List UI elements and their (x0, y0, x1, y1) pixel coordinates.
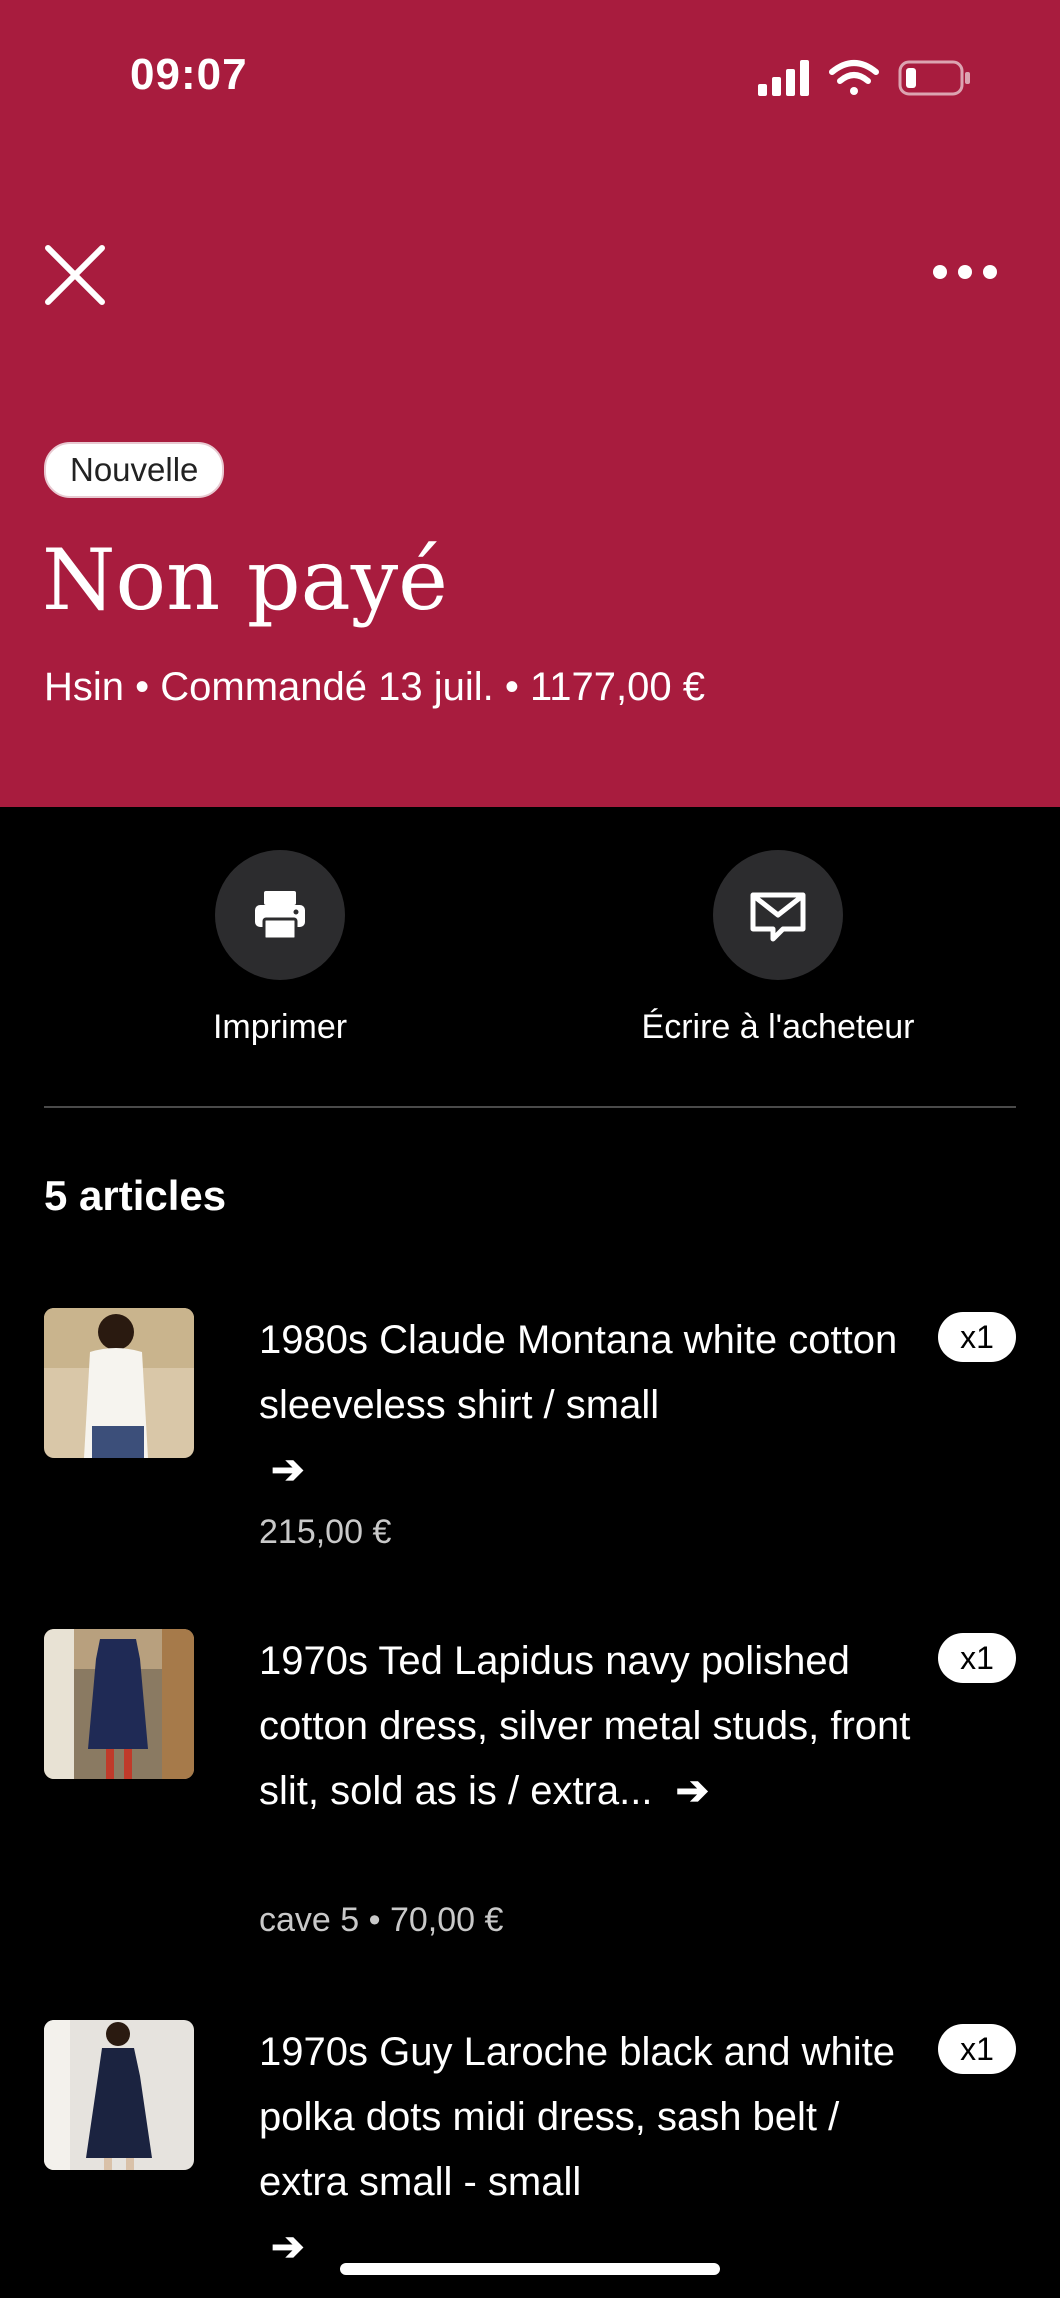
quantity-badge: x1 (938, 2024, 1016, 2074)
print-label: Imprimer (212, 1008, 348, 1046)
arrow-right-icon: ➔ (675, 1769, 710, 1813)
status-time: 09:07 (130, 50, 248, 99)
item-thumbnail[interactable] (44, 2020, 194, 2170)
close-icon[interactable] (40, 240, 110, 310)
order-summary: Hsin • Commandé 13 juil. • 1177,00 € (44, 665, 705, 709)
item-meta: cave 5 • 70,00 € (259, 1901, 504, 1939)
item-thumbnail[interactable] (44, 1308, 194, 1458)
status-badge: Nouvelle (44, 442, 225, 498)
arrow-right-icon: ➔ (271, 1448, 305, 1492)
item-title-row[interactable]: 1970s Guy Laroche black and white polka … (259, 2020, 919, 2280)
item-title[interactable]: 1970s Guy Laroche black and white polka … (259, 2030, 895, 2204)
page-title: Non payé (42, 531, 448, 629)
item-title-row[interactable]: 1970s Ted Lapidus navy polished cotton d… (259, 1629, 919, 1824)
status-icons (758, 60, 970, 96)
item-thumbnail[interactable] (44, 1629, 194, 1779)
section-title: 5 articles (44, 1172, 227, 1219)
battery-icon (898, 60, 970, 96)
quantity-badge: x1 (938, 1633, 1016, 1683)
item-photo (44, 2020, 194, 2170)
message-buyer-button[interactable]: Écrire à l'acheteur (578, 850, 978, 1047)
message-label: Écrire à l'acheteur (641, 1008, 915, 1046)
arrow-right-icon: ➔ (271, 2225, 305, 2269)
signal-icon (758, 60, 809, 96)
printer-icon (255, 891, 305, 941)
message-circle[interactable] (713, 850, 843, 980)
item-title[interactable]: 1980s Claude Montana white cotton sleeve… (259, 1318, 897, 1427)
home-indicator (340, 2263, 720, 2275)
more-horizontal-icon[interactable] (930, 255, 1000, 289)
message-icon (750, 892, 806, 942)
quantity-badge: x1 (938, 1312, 1016, 1362)
wifi-icon (829, 60, 879, 95)
item-title[interactable]: 1970s Ted Lapidus navy polished cotton d… (259, 1639, 910, 1813)
print-button[interactable]: Imprimer (80, 850, 480, 1047)
print-circle[interactable] (215, 850, 345, 980)
divider (44, 1106, 1016, 1108)
item-title-row[interactable]: 1980s Claude Montana white cotton sleeve… (259, 1308, 919, 1503)
item-price: 215,00 € (259, 1513, 392, 1551)
order-header: 09:07 Nouvelle Non payé Hsin • Commandé … (0, 0, 1060, 807)
item-photo (44, 1629, 194, 1779)
item-photo (44, 1308, 194, 1458)
